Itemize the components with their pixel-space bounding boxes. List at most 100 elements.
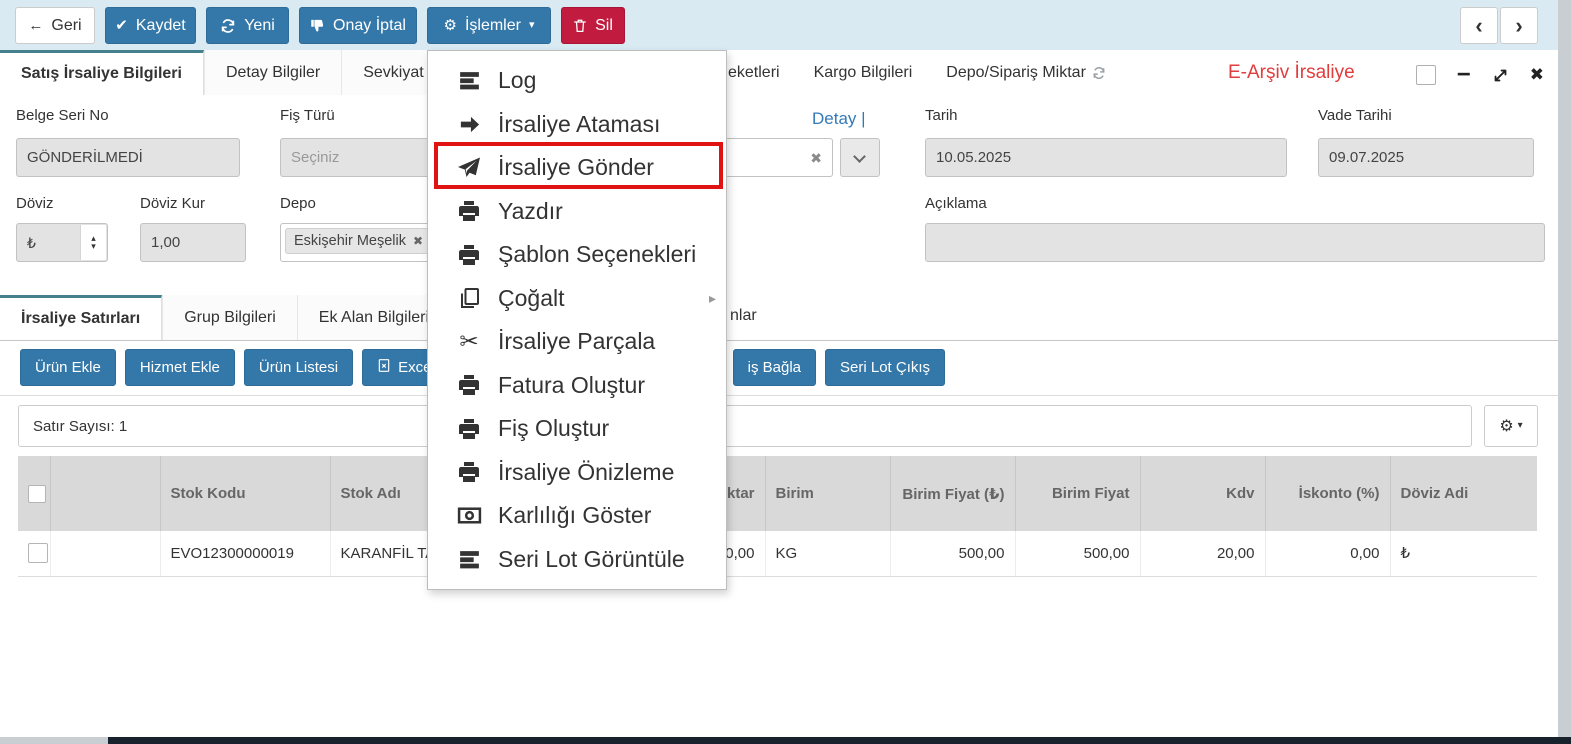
menu-item-irsaliye-atamasi[interactable]: İrsaliye Ataması [428,103,726,147]
doviz-kur-input[interactable] [140,223,246,262]
header-birim[interactable]: Birim [765,456,890,531]
menu-item-sablon-secenekleri[interactable]: Şablon Seçenekleri [428,233,726,277]
header-stok-kodu[interactable]: Stok Kodu [160,456,330,531]
seri-lot-cikis-button[interactable]: Seri Lot Çıkış [825,349,945,386]
tab-eketleri-fragment[interactable]: eketleri [728,64,780,82]
tab-nlar-fragment[interactable]: nlar [730,307,757,325]
menu-item-fatura-olustur[interactable]: Fatura Oluştur [428,364,726,408]
vade-tarihi-input[interactable] [1318,138,1534,177]
tarih-input[interactable] [925,138,1287,177]
main-tab-bar: Satış İrsaliye Bilgileri Detay Bilgiler … [0,50,1558,95]
header-iskonto[interactable]: İskonto (%) [1265,456,1390,531]
log-list-icon [455,547,483,572]
invoice-form: Belge Seri No Fiş Türü Detay | ✖ Tarih V… [0,95,1558,295]
depo-select[interactable]: Eskişehir Meşelik ✖ [280,223,430,262]
chevron-left-icon: ‹ [1475,13,1482,39]
menu-item-irsaliye-parcala[interactable]: ✂ İrsaliye Parçala [428,320,726,364]
fis-turu-label: Fiş Türü [280,107,335,124]
app-window: ← Geri ✔ Kaydet Yeni Onay İptal ⚙ İşleml… [0,0,1558,737]
trash-icon [573,18,587,33]
line-button-row: Ürün Ekle Hizmet Ekle Ürün Listesi Excel… [0,341,1558,396]
line-tab-bar: İrsaliye Satırları Grup Bilgileri Ek Ala… [0,295,1558,340]
back-button[interactable]: ← Geri [15,7,95,44]
aciklama-input[interactable] [925,223,1545,262]
doviz-kur-label: Döviz Kur [140,195,205,212]
urun-listesi-button[interactable]: Ürün Listesi [244,349,353,386]
tab-kargo-bilgileri[interactable]: Kargo Bilgileri [814,64,913,82]
tarih-label: Tarih [925,107,958,124]
hizmet-ekle-button[interactable]: Hizmet Ekle [125,349,235,386]
tag-remove-icon[interactable]: ✖ [413,234,423,248]
operations-menu: Log İrsaliye Ataması İrsaliye Gönder Yaz… [427,50,727,590]
gear-icon: ⚙ [444,18,457,33]
cell-doviz-adi: ₺ [1390,531,1537,576]
doviz-label: Döviz [16,195,54,212]
header-doviz-adi[interactable]: Döviz Adi [1390,456,1537,531]
row-checkbox-cell [18,531,50,576]
page-background-strip [1558,0,1571,744]
doviz-select[interactable]: ₺ ▴▾ [16,223,108,262]
row-count-bar: Satır Sayısı: 1 ⚙▾ [18,405,1538,447]
submenu-caret-icon: ▸ [709,290,716,307]
table-header-row: Stok Kodu Stok Adı iktar Birim Birim Fiy… [18,456,1537,531]
header-birim-fiyat[interactable]: Birim Fiyat [1015,456,1140,531]
new-button[interactable]: Yeni [206,7,289,44]
thumbs-down-icon [310,18,325,33]
cari-dropdown-button[interactable] [840,138,880,177]
arrow-right-icon [455,113,483,136]
table-row[interactable]: EVO12300000019 KARANFİL TA 10,00 KG 500,… [18,531,1537,576]
caret-down-icon: ▾ [529,20,535,31]
menu-item-irsaliye-onizleme[interactable]: İrsaliye Önizleme [428,451,726,495]
back-button-label: Geri [51,17,81,35]
operations-button[interactable]: ⚙ İşlemler ▾ [427,7,551,44]
tab-irsaliye-satirlari[interactable]: İrsaliye Satırları [0,295,162,340]
printer-icon [455,417,483,441]
menu-item-karliligi-goster[interactable]: Karlılığı Göster [428,494,726,538]
check-icon: ✔ [115,18,128,33]
detay-link[interactable]: Detay | [812,109,866,129]
pin-checkbox[interactable] [1416,65,1436,85]
caret-down-icon: ▾ [1518,421,1523,431]
menu-item-irsaliye-gonder[interactable]: İrsaliye Gönder [428,146,726,190]
doviz-value: ₺ [27,235,36,252]
printer-icon [455,199,483,223]
depo-tag: Eskişehir Meşelik ✖ [285,228,430,254]
spinner-icons[interactable]: ▴▾ [80,225,106,260]
menu-item-cogalt[interactable]: Çoğalt ▸ [428,277,726,321]
previous-record-button[interactable]: ‹ [1460,7,1498,44]
save-button[interactable]: ✔ Kaydet [105,7,196,44]
belge-seri-no-input[interactable] [16,138,240,177]
depo-label: Depo [280,195,316,212]
tab-grup-bilgileri[interactable]: Grup Bilgileri [162,295,297,340]
cancel-approval-button[interactable]: Onay İptal [299,7,417,44]
menu-item-seri-lot-goruntule[interactable]: Seri Lot Görüntüle [428,538,726,582]
tab-satis-irsaliye-bilgileri[interactable]: Satış İrsaliye Bilgileri [0,50,204,95]
arrow-left-icon: ← [28,18,43,33]
tab-depo-siparis-miktar[interactable]: Depo/Sipariş Miktar [946,64,1106,82]
belge-seri-no-label: Belge Seri No [16,107,109,124]
grid-settings-button[interactable]: ⚙▾ [1484,405,1538,447]
minimize-icon[interactable]: − [1457,61,1471,89]
refresh-icon[interactable] [1092,66,1106,80]
clear-icon[interactable]: ✖ [810,150,822,167]
tab-detay-bilgiler[interactable]: Detay Bilgiler [204,50,341,95]
select-all-checkbox[interactable] [28,485,46,503]
delete-button[interactable]: Sil [561,7,625,44]
urun-ekle-button[interactable]: Ürün Ekle [20,349,116,386]
expand-icon[interactable] [1492,67,1509,84]
menu-item-log[interactable]: Log [428,59,726,103]
save-button-label: Kaydet [136,17,186,35]
header-empty-cell [50,456,160,531]
close-icon[interactable]: ✖ [1530,65,1544,85]
invoice-lines-panel: Ürün Ekle Hizmet Ekle Ürün Listesi Excel… [0,340,1558,737]
siparis-bagla-button[interactable]: iş Bağla [733,349,816,386]
earsiv-irsaliye-label: E-Arşiv İrsaliye [1228,62,1355,84]
menu-item-fis-olustur[interactable]: Fiş Oluştur [428,407,726,451]
header-birim-fiyat-tl[interactable]: Birim Fiyat (₺) [890,456,1015,531]
header-kdv[interactable]: Kdv [1140,456,1265,531]
row-checkbox[interactable] [28,543,48,563]
next-record-button[interactable]: › [1500,7,1538,44]
gear-icon: ⚙ [1499,416,1513,436]
menu-item-yazdir[interactable]: Yazdır [428,190,726,234]
new-button-label: Yeni [244,17,275,35]
